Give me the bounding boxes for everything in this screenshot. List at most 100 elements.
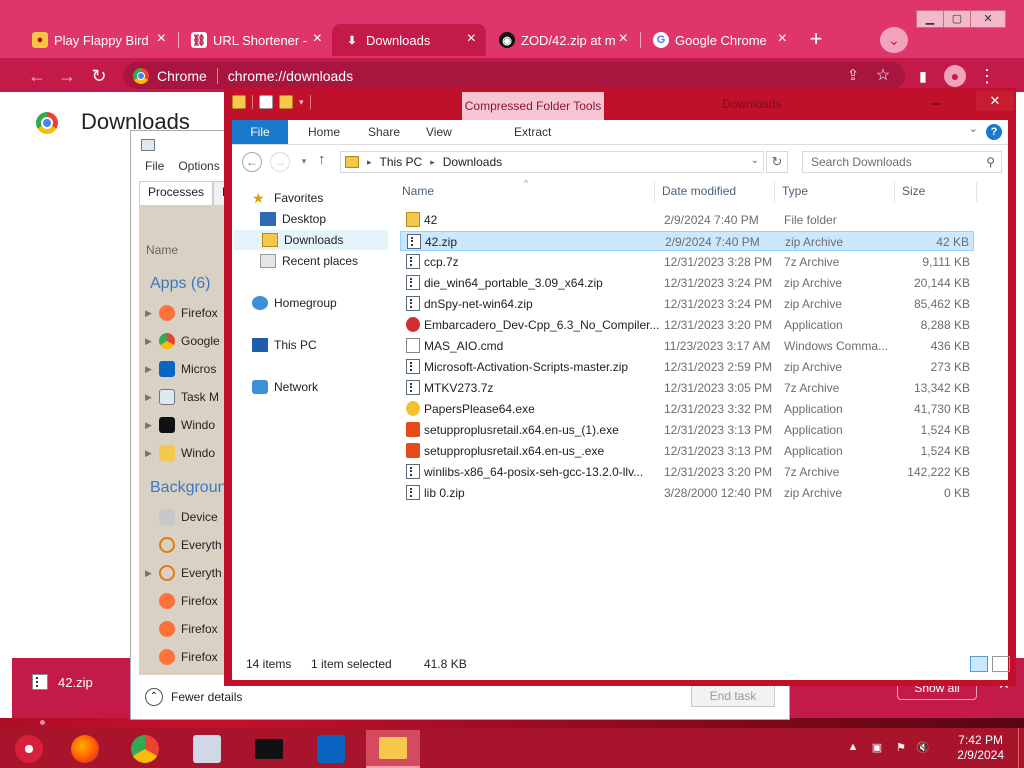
breadcrumb-downloads[interactable]: Downloads <box>443 155 502 169</box>
nav-favorites[interactable]: ★ Favorites <box>252 188 323 208</box>
large-icons-view-icon[interactable] <box>992 656 1010 672</box>
close-icon[interactable]: × <box>467 30 476 48</box>
file-row[interactable]: Microsoft-Activation-Scripts-master.zip 1… <box>400 357 974 377</box>
side-panel-icon[interactable]: ▮ <box>912 65 934 87</box>
tab-share[interactable]: Share <box>354 120 414 144</box>
tab-file[interactable]: File <box>232 120 288 144</box>
taskbar-chrome[interactable] <box>118 730 172 768</box>
close-icon[interactable]: × <box>778 30 787 48</box>
column-header-name[interactable]: Name <box>402 184 434 198</box>
file-row[interactable]: die_win64_portable_3.09_x64.zip 12/31/202… <box>400 273 974 293</box>
file-row[interactable]: PapersPlease64.exe 12/31/2023 3:32 PM Appl… <box>400 399 974 419</box>
column-header-name[interactable]: Name <box>146 243 178 257</box>
breadcrumb-this-pc[interactable]: This PC <box>380 155 423 169</box>
file-row[interactable]: ccp.7z 12/31/2023 3:28 PM 7z Archive 9,111 … <box>400 252 974 272</box>
taskbar-firefox[interactable] <box>58 730 112 768</box>
tab-url-shortener[interactable]: ⛓ URL Shortener - × <box>179 24 332 56</box>
address-bar[interactable]: Chrome chrome://downloads <box>123 62 905 89</box>
taskbar-outlook[interactable] <box>304 730 358 768</box>
properties-icon[interactable] <box>232 95 246 109</box>
taskbar-cmd[interactable] <box>242 730 296 768</box>
menu-kebab-icon[interactable]: ⋮ <box>976 65 998 87</box>
menu-options[interactable]: Options <box>178 159 219 181</box>
process-row[interactable]: ▶ Micros <box>145 359 216 379</box>
volume-icon[interactable]: 🔇 <box>916 741 930 755</box>
process-row[interactable]: Device <box>145 507 218 527</box>
refresh-button[interactable]: ↻ <box>766 151 788 173</box>
up-arrow-icon[interactable]: ↑ <box>318 151 326 168</box>
address-bar[interactable]: ▸ This PC ▸ Downloads ⌄ <box>340 151 764 173</box>
file-row[interactable]: setupproplusretail.x64.en-us_(1).exe 12/3… <box>400 420 974 440</box>
tab-search-button[interactable]: ⌄ <box>880 27 908 53</box>
maximize-button[interactable]: ▢ <box>943 10 971 28</box>
close-icon[interactable]: × <box>313 30 322 48</box>
nav-recent-places[interactable]: Recent places <box>260 251 358 271</box>
reload-button[interactable]: ↻ <box>88 65 110 87</box>
process-row[interactable]: ▶ Windo <box>145 415 215 435</box>
process-row[interactable]: ▶ Firefox <box>145 303 218 323</box>
minimize-button[interactable]: ▁ <box>924 91 948 111</box>
tab-processes[interactable]: Processes <box>139 181 214 205</box>
process-row[interactable]: Firefox <box>145 591 218 611</box>
nav-downloads[interactable]: Downloads <box>234 230 388 250</box>
file-row[interactable]: winlibs-x86_64-posix-seh-gcc-13.2.0-llv.… <box>400 462 974 482</box>
column-header-type[interactable]: Type <box>782 184 808 198</box>
taskbar-explorer[interactable] <box>366 730 420 768</box>
chevron-up-icon[interactable]: ▲ <box>846 741 860 755</box>
new-folder-icon[interactable] <box>279 95 293 109</box>
process-row[interactable]: ▶ Windo <box>145 443 215 463</box>
tab-github[interactable]: ◉ ZOD/42.zip at m × <box>487 24 638 56</box>
column-header-size[interactable]: Size <box>902 184 925 198</box>
tab-flappy-bird[interactable]: ● Play Flappy Bird × <box>20 24 176 56</box>
profile-avatar[interactable]: ● <box>944 65 966 87</box>
file-row[interactable]: MTKV273.7z 12/31/2023 3:05 PM 7z Archive 13… <box>400 378 974 398</box>
flag-icon[interactable]: ⚑ <box>894 741 908 755</box>
chevron-down-icon[interactable]: ⌄ <box>969 122 978 135</box>
close-icon[interactable]: × <box>619 30 628 48</box>
process-row[interactable]: ▶ Everyth <box>145 563 222 583</box>
search-input[interactable]: Search Downloads ⚲ <box>802 151 1002 173</box>
chevron-down-icon[interactable]: ▾ <box>299 97 304 108</box>
minimize-button[interactable]: ▁ <box>916 10 944 28</box>
new-document-icon[interactable] <box>259 95 273 109</box>
process-row[interactable]: Firefox <box>145 647 218 667</box>
bookmark-star-icon[interactable]: ☆ <box>872 65 894 87</box>
process-row[interactable]: ▶ Task M <box>145 387 219 407</box>
nav-network[interactable]: Network <box>252 377 318 397</box>
tab-home[interactable]: Home <box>294 120 354 144</box>
process-row[interactable]: Firefox <box>145 619 218 639</box>
close-window-button[interactable]: ✕ <box>976 91 1014 111</box>
nav-homegroup[interactable]: Homegroup <box>252 293 337 313</box>
new-tab-button[interactable]: + <box>803 28 829 52</box>
clock[interactable]: 7:42 PM 2/9/2024 <box>957 733 1004 763</box>
file-row[interactable]: dnSpy-net-win64.zip 12/31/2023 3:24 PM zip… <box>400 294 974 314</box>
process-row[interactable]: Everyth <box>145 535 222 555</box>
fewer-details-button[interactable]: ⌃ Fewer details <box>145 688 242 706</box>
download-item[interactable]: 42.zip <box>32 674 93 690</box>
file-row[interactable]: Embarcadero_Dev-Cpp_6.3_No_Compiler... 12… <box>400 315 974 335</box>
network-tray-icon[interactable]: ▣ <box>870 741 884 755</box>
process-row[interactable]: ▶ Google <box>145 331 220 351</box>
close-icon[interactable]: × <box>157 30 166 48</box>
start-button[interactable] <box>2 730 56 768</box>
file-row[interactable]: setupproplusretail.x64.en-us_.exe 12/31/2… <box>400 441 974 461</box>
chevron-down-icon[interactable]: ⌄ <box>751 155 759 166</box>
file-row[interactable]: 42 2/9/2024 7:40 PM File folder <box>400 210 974 230</box>
back-button[interactable]: ← <box>242 152 262 172</box>
tab-google-chrome[interactable]: G Google Chrome × <box>641 24 797 56</box>
help-icon[interactable]: ? <box>986 124 1002 140</box>
taskbar-photos[interactable] <box>180 730 234 768</box>
file-row[interactable]: 42.zip 2/9/2024 7:40 PM zip Archive 42 KB <box>400 231 974 251</box>
nav-this-pc[interactable]: This PC <box>252 335 317 355</box>
column-header-date[interactable]: Date modified <box>662 184 736 198</box>
show-desktop-button[interactable] <box>1018 728 1024 768</box>
menu-file[interactable]: File <box>145 159 164 181</box>
forward-button[interactable]: → <box>56 65 78 87</box>
tab-extract[interactable]: Extract <box>500 120 565 144</box>
file-row[interactable]: MAS_AIO.cmd 11/23/2023 3:17 AM Windows Com… <box>400 336 974 356</box>
recent-locations-icon[interactable]: ▾ <box>294 152 314 172</box>
share-icon[interactable]: ⇪ <box>842 65 864 87</box>
tab-view[interactable]: View <box>412 120 466 144</box>
tab-downloads[interactable]: ⬇ Downloads × <box>332 24 486 56</box>
details-view-icon[interactable] <box>970 656 988 672</box>
